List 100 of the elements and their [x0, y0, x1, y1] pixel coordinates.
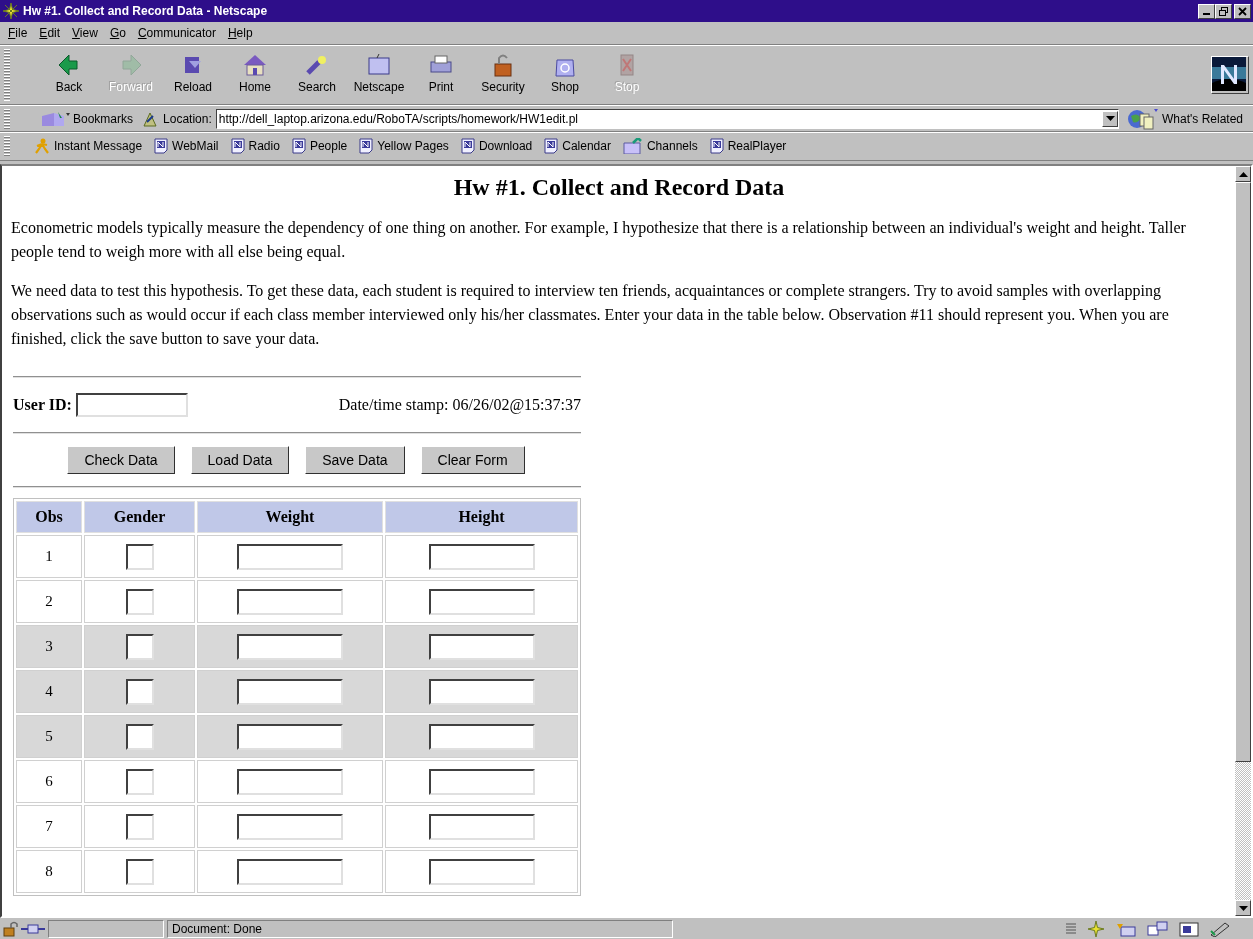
user-id-label: User ID:: [13, 396, 72, 414]
column-header: Height: [385, 501, 578, 533]
toolbar-button[interactable]: Shop: [534, 50, 596, 100]
height-field[interactable]: [428, 723, 535, 750]
height-field[interactable]: [428, 768, 535, 795]
toolbar-button[interactable]: Back: [38, 50, 100, 100]
personal-toolbar-button[interactable]: RealPlayer: [705, 137, 793, 154]
gender-field[interactable]: [125, 768, 154, 795]
weight-field[interactable]: [237, 723, 343, 750]
table-cell: 8: [16, 850, 82, 893]
page-heading: Hw #1. Collect and Record Data: [452, 174, 786, 201]
menu-item[interactable]: Help: [221, 26, 259, 40]
gender-field[interactable]: [125, 588, 154, 615]
weight-field[interactable]: [237, 858, 343, 885]
weight-field[interactable]: [237, 543, 343, 570]
page-icon: [544, 137, 559, 154]
restore-icon: [1219, 6, 1228, 16]
page-icon: [359, 137, 374, 154]
form-button[interactable]: Load Data: [190, 446, 290, 474]
weight-field[interactable]: [237, 813, 343, 840]
toolbar-grip[interactable]: [4, 49, 10, 101]
gender-field[interactable]: [125, 633, 154, 660]
height-field[interactable]: [428, 813, 535, 840]
gender-field[interactable]: [125, 813, 154, 840]
personal-toolbar-button[interactable]: Download: [456, 137, 539, 154]
menu-item[interactable]: File: [2, 26, 34, 40]
down-arrow-icon: [1238, 905, 1248, 911]
toolbar-grip[interactable]: [4, 135, 10, 156]
plug-icon[interactable]: [21, 922, 45, 935]
form-button[interactable]: Save Data: [305, 446, 405, 474]
timestamp-text: Date/time stamp: 06/26/02@15:37:37: [338, 396, 581, 414]
paragraph: Econometric models typically measure the dependency of one thing on another. For example, I hypothesize that there is a relationship between an individual's weight and height. Taller people tend to weigh more with all else being equal.: [11, 218, 1187, 263]
location-label: Location:: [163, 111, 212, 126]
height-field[interactable]: [428, 858, 535, 885]
toolbar-button[interactable]: Reload: [162, 50, 224, 100]
menu-item[interactable]: Communicator: [131, 26, 222, 40]
table-cell: 7: [16, 805, 82, 848]
dropdown-button[interactable]: [1102, 110, 1118, 127]
page-icon: [154, 137, 169, 154]
column-header: Obs: [16, 501, 82, 533]
personal-toolbar-button[interactable]: Instant Message: [30, 137, 149, 154]
height-field[interactable]: [428, 678, 535, 705]
weight-field[interactable]: [237, 633, 343, 660]
weight-field[interactable]: [237, 678, 343, 705]
height-field[interactable]: [428, 588, 535, 615]
toolbar-button[interactable]: Search: [286, 50, 348, 100]
scroll-up-button[interactable]: [1235, 166, 1251, 182]
menu-item[interactable]: Go: [103, 26, 132, 40]
table-cell: 6: [16, 760, 82, 803]
personal-toolbar-button[interactable]: Channels: [618, 137, 704, 154]
whats-related-button[interactable]: What's Related: [1123, 107, 1253, 130]
window-title: Hw #1. Collect and Record Data - Netscape: [23, 4, 269, 18]
padlock-icon[interactable]: [2, 920, 18, 937]
minimize-button[interactable]: [1198, 3, 1215, 19]
gender-field[interactable]: [125, 858, 154, 885]
personal-toolbar-button[interactable]: Yellow Pages: [355, 137, 455, 154]
toolbar-button[interactable]: Netscape: [348, 50, 410, 100]
weight-field[interactable]: [237, 768, 343, 795]
toolbar-button[interactable]: Home: [224, 50, 286, 100]
menu-item[interactable]: Edit: [33, 26, 67, 40]
gender-field[interactable]: [125, 678, 154, 705]
toolbar-button[interactable]: Print: [410, 50, 472, 100]
restore-button[interactable]: [1215, 3, 1232, 19]
person-icon: [34, 137, 50, 154]
form-button[interactable]: Clear Form: [420, 446, 525, 474]
height-field[interactable]: [428, 633, 535, 660]
weight-field[interactable]: [237, 588, 343, 615]
gender-field[interactable]: [125, 723, 154, 750]
form-button[interactable]: Check Data: [67, 446, 175, 474]
user-id-field[interactable]: [75, 393, 188, 417]
scroll-down-button[interactable]: [1235, 900, 1251, 916]
scroll-thumb[interactable]: [1235, 182, 1251, 762]
chat-icon[interactable]: [1147, 920, 1169, 937]
personal-toolbar-button[interactable]: Radio: [226, 137, 286, 154]
netscape-star-icon[interactable]: [1087, 920, 1105, 937]
status-text: Document: Done: [167, 919, 673, 938]
table-cell: 3: [16, 625, 82, 668]
table-cell: 5: [16, 715, 82, 758]
gender-field[interactable]: [125, 543, 154, 570]
netscape-logo-icon[interactable]: [1211, 56, 1249, 94]
table-cell: 1: [16, 535, 82, 578]
toolbar-button[interactable]: Security: [472, 50, 534, 100]
height-field[interactable]: [428, 543, 535, 570]
personal-toolbar-button[interactable]: WebMail: [150, 137, 225, 154]
netscape-star-icon: [3, 3, 19, 19]
bookmarks-button[interactable]: Bookmarks: [36, 109, 138, 128]
pen-icon[interactable]: [1209, 920, 1231, 937]
table-cell: 2: [16, 580, 82, 623]
vertical-scrollbar[interactable]: [1235, 166, 1251, 916]
page-icon: [709, 137, 724, 154]
page-icon: [460, 137, 475, 154]
toolbar-grip[interactable]: [4, 108, 10, 129]
personal-toolbar-button[interactable]: People: [287, 137, 354, 154]
url-field[interactable]: http://dell_laptop.arizona.edu/RoboTA/scripts/homework/HW1edit.pl: [215, 108, 1119, 129]
personal-toolbar-button[interactable]: Calendar: [540, 137, 617, 154]
close-icon: [1238, 6, 1247, 16]
up-arrow-icon: [1238, 171, 1248, 177]
folder-icon: [622, 137, 643, 154]
menu-item[interactable]: View: [66, 26, 104, 40]
close-button[interactable]: [1234, 3, 1251, 19]
